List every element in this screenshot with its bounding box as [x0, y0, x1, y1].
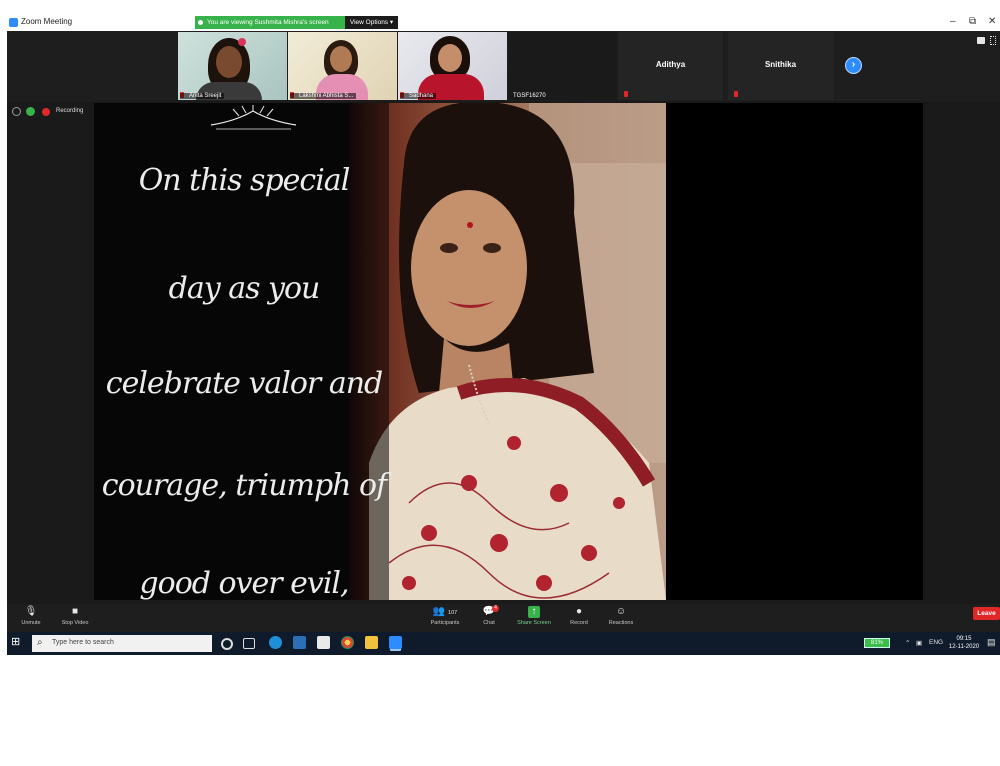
- chrome-icon[interactable]: [341, 636, 354, 649]
- shared-slide: On this special day as you celebrate val…: [94, 103, 666, 600]
- toolbar-label: Share Screen: [517, 620, 551, 626]
- window-title: Zoom Meeting: [21, 17, 73, 26]
- windows-taskbar: ⊞ ⌕ Type here to search 81% ⌃ ▣ ENG 09:1…: [7, 632, 1000, 655]
- close-button[interactable]: ✕: [988, 16, 996, 27]
- recording-label: Recording: [56, 108, 84, 114]
- participant-tile[interactable]: Lakshmi Abhista S...: [288, 32, 397, 100]
- security-shield-icon[interactable]: [26, 107, 35, 116]
- participants-icon: 👥 107: [432, 606, 458, 617]
- toolbar-label: Reactions: [608, 620, 634, 626]
- participant-name: Adithya: [655, 60, 686, 69]
- toolbar-label: Unmute: [21, 620, 41, 626]
- participant-tile[interactable]: Sadhana: [398, 32, 507, 100]
- slide-text-line: courage, triumph of: [101, 468, 387, 503]
- record-icon: ●: [575, 606, 583, 617]
- participant-count: 107: [448, 610, 458, 616]
- participant-tile[interactable]: Anita Sreejit: [178, 32, 287, 100]
- zoom-window: Zoom Meeting You are viewing Sushmita Mi…: [7, 14, 1000, 655]
- shared-screen-stage: Recording On this special day as you cel…: [7, 101, 1000, 611]
- slide-text-line: good over evil,: [139, 566, 349, 600]
- flourish-ornament-icon: [210, 105, 297, 130]
- participants-button[interactable]: 👥 107 Participants: [423, 606, 467, 626]
- folder-icon[interactable]: [365, 636, 378, 649]
- recording-dot-icon: [42, 108, 50, 116]
- participant-tile[interactable]: Adithya: [618, 32, 723, 100]
- share-screen-button[interactable]: ↑ Share Screen: [513, 606, 555, 626]
- participant-name: Sadhana: [400, 93, 437, 99]
- zoom-app-icon: [9, 18, 18, 27]
- title-bar: Zoom Meeting You are viewing Sushmita Mi…: [7, 14, 1000, 31]
- file-explorer-icon[interactable]: [293, 636, 306, 649]
- store-icon[interactable]: [317, 636, 330, 649]
- reactions-icon: ☺: [615, 606, 627, 617]
- meeting-toolbar: 🎙 Unmute ■ Stop Video 👥 107 Participants…: [7, 604, 1000, 632]
- screen-share-banner-text: You are viewing Sushmita Mishra's screen: [207, 19, 329, 26]
- restore-button[interactable]: ⧉: [969, 16, 976, 27]
- clock-date: 12-11-2020: [948, 644, 980, 650]
- view-layout-icon[interactable]: [977, 37, 985, 44]
- taskbar-clock[interactable]: 09:15 12-11-2020: [947, 635, 981, 651]
- notifications-icon[interactable]: ▤: [987, 637, 996, 648]
- stage-blank-area: [666, 103, 923, 600]
- video-camera-icon: ■: [71, 606, 79, 617]
- zoom-taskbar-icon[interactable]: [389, 636, 402, 649]
- windows-start-icon[interactable]: ⊞: [11, 637, 22, 648]
- battery-indicator[interactable]: 81%: [864, 638, 890, 648]
- tray-chevron-icon[interactable]: ⌃: [905, 639, 910, 647]
- chat-icon: 💬: [482, 606, 496, 617]
- share-indicator-icon: [198, 20, 203, 25]
- participant-gallery: Anita Sreejit Lakshmi Abhista S... Sadha…: [7, 31, 1000, 101]
- mic-muted-icon: 🎙: [24, 606, 38, 617]
- chat-button[interactable]: 💬 4 Chat: [469, 605, 509, 626]
- participant-name: TGSF16270: [513, 93, 546, 99]
- toolbar-label: Participants: [430, 620, 460, 626]
- reactions-button[interactable]: ☺ Reactions: [601, 606, 641, 626]
- info-icon[interactable]: [12, 107, 21, 116]
- mic-muted-icon: [624, 91, 628, 97]
- network-icon[interactable]: ▣: [916, 639, 922, 647]
- task-view-icon[interactable]: [243, 638, 255, 649]
- leave-meeting-button[interactable]: Leave: [973, 607, 1000, 620]
- mic-muted-icon: [734, 91, 738, 97]
- participant-name: Anita Sreejit: [180, 93, 225, 99]
- taskbar-search-box[interactable]: ⌕ Type here to search: [32, 635, 212, 652]
- portrait-photo: [349, 103, 666, 600]
- edge-browser-icon[interactable]: [269, 636, 282, 649]
- cortana-icon[interactable]: [221, 638, 233, 650]
- view-options-button[interactable]: View Options ▾: [345, 16, 398, 29]
- share-screen-icon: ↑: [528, 606, 540, 618]
- toolbar-label: Chat: [483, 620, 495, 626]
- search-placeholder: Type here to search: [52, 639, 114, 646]
- language-indicator[interactable]: ENG: [929, 639, 943, 646]
- record-button[interactable]: ● Record: [559, 606, 599, 626]
- chat-unread-badge: 4: [492, 605, 499, 612]
- screen-share-banner: You are viewing Sushmita Mishra's screen: [195, 16, 345, 29]
- slide-text-line: celebrate valor and: [105, 366, 383, 401]
- toolbar-label: Stop Video: [61, 620, 89, 626]
- participant-tile[interactable]: TGSF16270: [508, 32, 617, 100]
- toolbar-label: Record: [570, 620, 588, 626]
- fullscreen-icon[interactable]: [990, 36, 996, 45]
- minimize-button[interactable]: –: [950, 16, 956, 27]
- participant-tile[interactable]: Snithika: [728, 32, 833, 100]
- participant-name: Snithika: [764, 60, 797, 69]
- slide-text-line: day as you: [168, 271, 321, 306]
- stop-video-button[interactable]: ■ Stop Video: [55, 606, 95, 626]
- unmute-button[interactable]: 🎙 Unmute: [11, 606, 51, 626]
- participant-name: Lakshmi Abhista S...: [290, 93, 357, 99]
- search-icon: ⌕: [37, 637, 43, 648]
- gallery-next-page-button[interactable]: ›: [845, 57, 862, 74]
- clock-time: 09:15: [956, 636, 972, 642]
- slide-text-line: On this special: [138, 163, 351, 198]
